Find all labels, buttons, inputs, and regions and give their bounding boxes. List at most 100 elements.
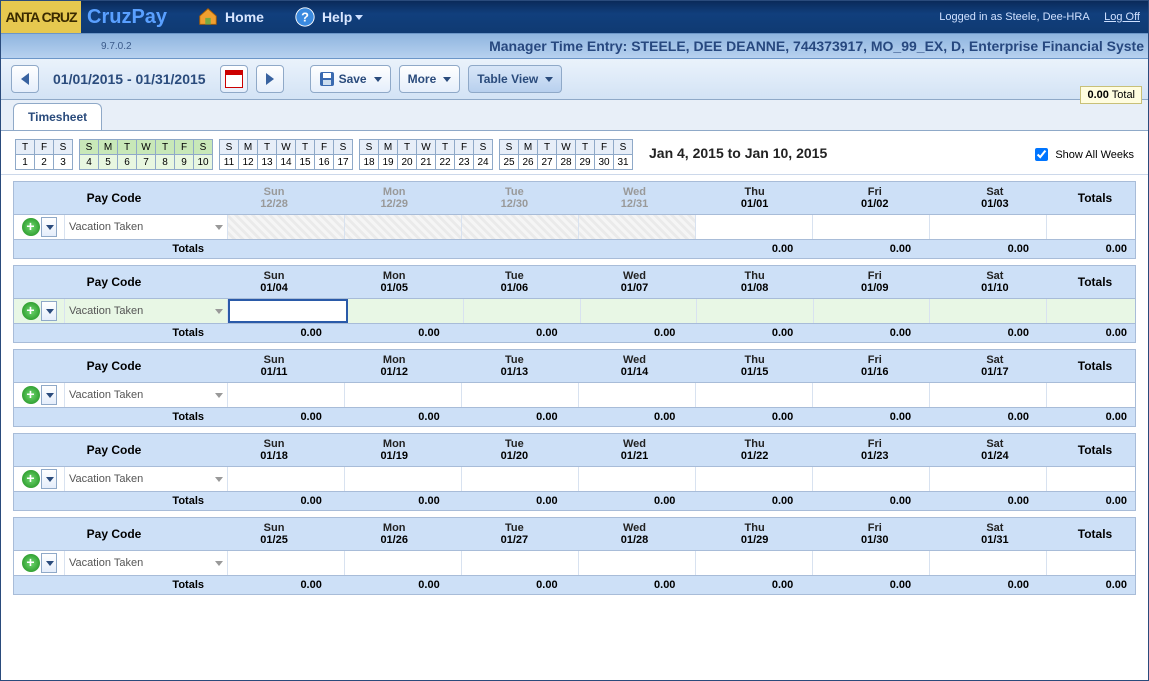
day-number[interactable]: 19	[379, 155, 398, 170]
day-number[interactable]: 25	[500, 155, 519, 170]
hours-cell[interactable]	[813, 215, 930, 239]
hours-cell[interactable]	[348, 299, 465, 323]
day-number[interactable]: 14	[277, 155, 296, 170]
hours-cell[interactable]	[930, 383, 1047, 407]
day-number[interactable]: 24	[474, 155, 493, 170]
week-group[interactable]: SMTWTFS11121314151617	[219, 139, 353, 170]
week-total: 0.00	[1039, 492, 1135, 510]
paycode-select[interactable]: Vacation Taken	[65, 467, 228, 491]
week-group[interactable]: TFS123	[15, 139, 73, 170]
more-button[interactable]: More	[399, 65, 461, 93]
timesheet-row: + Vacation Taken	[14, 383, 1135, 407]
hours-cell[interactable]	[462, 467, 579, 491]
add-row-button[interactable]: +	[22, 470, 40, 488]
day-number[interactable]: 27	[538, 155, 557, 170]
hours-cell[interactable]	[462, 383, 579, 407]
day-number[interactable]: 22	[436, 155, 455, 170]
hours-cell[interactable]	[930, 299, 1047, 323]
day-number[interactable]: 12	[239, 155, 258, 170]
next-period-button[interactable]	[256, 65, 284, 93]
day-number[interactable]: 11	[220, 155, 239, 170]
hours-cell[interactable]	[579, 467, 696, 491]
paycode-select[interactable]: Vacation Taken	[65, 383, 228, 407]
paycode-select[interactable]: Vacation Taken	[65, 299, 228, 323]
log-off-link[interactable]: Log Off	[1104, 11, 1140, 23]
day-number[interactable]: 2	[35, 155, 54, 170]
day-number[interactable]: 7	[137, 155, 156, 170]
day-number[interactable]: 28	[557, 155, 576, 170]
add-row-button[interactable]: +	[22, 386, 40, 404]
hours-cell[interactable]	[345, 551, 462, 575]
hours-cell[interactable]	[228, 551, 345, 575]
weekday-header: T	[576, 140, 595, 155]
weekday-header: M	[239, 140, 258, 155]
paycode-select[interactable]: Vacation Taken	[65, 551, 228, 575]
hours-cell[interactable]	[696, 215, 813, 239]
hours-cell[interactable]	[579, 551, 696, 575]
calendar-button[interactable]	[220, 65, 248, 93]
day-number[interactable]: 20	[398, 155, 417, 170]
hours-cell[interactable]	[696, 467, 813, 491]
show-all-weeks-checkbox[interactable]	[1035, 148, 1048, 161]
day-total: 0.00	[921, 408, 1039, 426]
week-group[interactable]: SMTWTFS18192021222324	[359, 139, 493, 170]
save-button[interactable]: Save	[310, 65, 391, 93]
day-number[interactable]: 9	[175, 155, 194, 170]
row-controls: +	[14, 299, 65, 323]
hours-cell[interactable]	[696, 383, 813, 407]
day-number[interactable]: 1	[16, 155, 35, 170]
hours-cell[interactable]	[813, 467, 930, 491]
day-number[interactable]: 5	[99, 155, 118, 170]
hours-cell[interactable]	[462, 551, 579, 575]
week-group[interactable]: SMTWTFS25262728293031	[499, 139, 633, 170]
nav-help[interactable]: ? Help	[294, 6, 363, 28]
hours-cell[interactable]	[813, 551, 930, 575]
row-menu-button[interactable]	[41, 301, 57, 321]
day-number[interactable]: 26	[519, 155, 538, 170]
day-number[interactable]: 16	[315, 155, 334, 170]
tab-timesheet[interactable]: Timesheet	[13, 103, 102, 130]
row-menu-button[interactable]	[41, 385, 57, 405]
hours-cell[interactable]	[930, 551, 1047, 575]
row-menu-button[interactable]	[41, 553, 57, 573]
row-menu-button[interactable]	[41, 469, 57, 489]
hours-cell[interactable]	[579, 383, 696, 407]
day-number[interactable]: 31	[614, 155, 633, 170]
hours-cell[interactable]	[228, 383, 345, 407]
hours-cell[interactable]	[813, 383, 930, 407]
hours-cell[interactable]	[345, 383, 462, 407]
hours-cell[interactable]	[345, 467, 462, 491]
day-number[interactable]: 30	[595, 155, 614, 170]
day-number[interactable]: 29	[576, 155, 595, 170]
day-number[interactable]: 23	[455, 155, 474, 170]
add-row-button[interactable]: +	[22, 218, 40, 236]
hours-cell[interactable]	[696, 551, 813, 575]
day-number[interactable]: 15	[296, 155, 315, 170]
day-number[interactable]: 6	[118, 155, 137, 170]
hours-cell[interactable]	[228, 467, 345, 491]
day-number[interactable]: 18	[360, 155, 379, 170]
week-group[interactable]: SMTWTFS45678910	[79, 139, 213, 170]
hours-cell[interactable]	[930, 467, 1047, 491]
day-number[interactable]: 21	[417, 155, 436, 170]
hours-cell[interactable]	[464, 299, 581, 323]
day-number[interactable]: 10	[194, 155, 213, 170]
add-row-button[interactable]: +	[22, 554, 40, 572]
nav-home[interactable]: Home	[197, 6, 264, 28]
hours-cell[interactable]	[581, 299, 698, 323]
day-number[interactable]: 4	[80, 155, 99, 170]
hours-cell[interactable]	[930, 215, 1047, 239]
show-all-weeks-toggle[interactable]: Show All Weeks	[1031, 139, 1134, 164]
hours-cell[interactable]	[697, 299, 814, 323]
prev-period-button[interactable]	[11, 65, 39, 93]
day-number[interactable]: 8	[156, 155, 175, 170]
add-row-button[interactable]: +	[22, 302, 40, 320]
paycode-select[interactable]: Vacation Taken	[65, 215, 228, 239]
table-view-button[interactable]: Table View	[468, 65, 562, 93]
day-number[interactable]: 3	[54, 155, 73, 170]
row-menu-button[interactable]	[41, 217, 57, 237]
day-number[interactable]: 13	[258, 155, 277, 170]
hours-cell[interactable]	[814, 299, 931, 323]
hours-cell[interactable]	[228, 299, 348, 323]
day-number[interactable]: 17	[334, 155, 353, 170]
